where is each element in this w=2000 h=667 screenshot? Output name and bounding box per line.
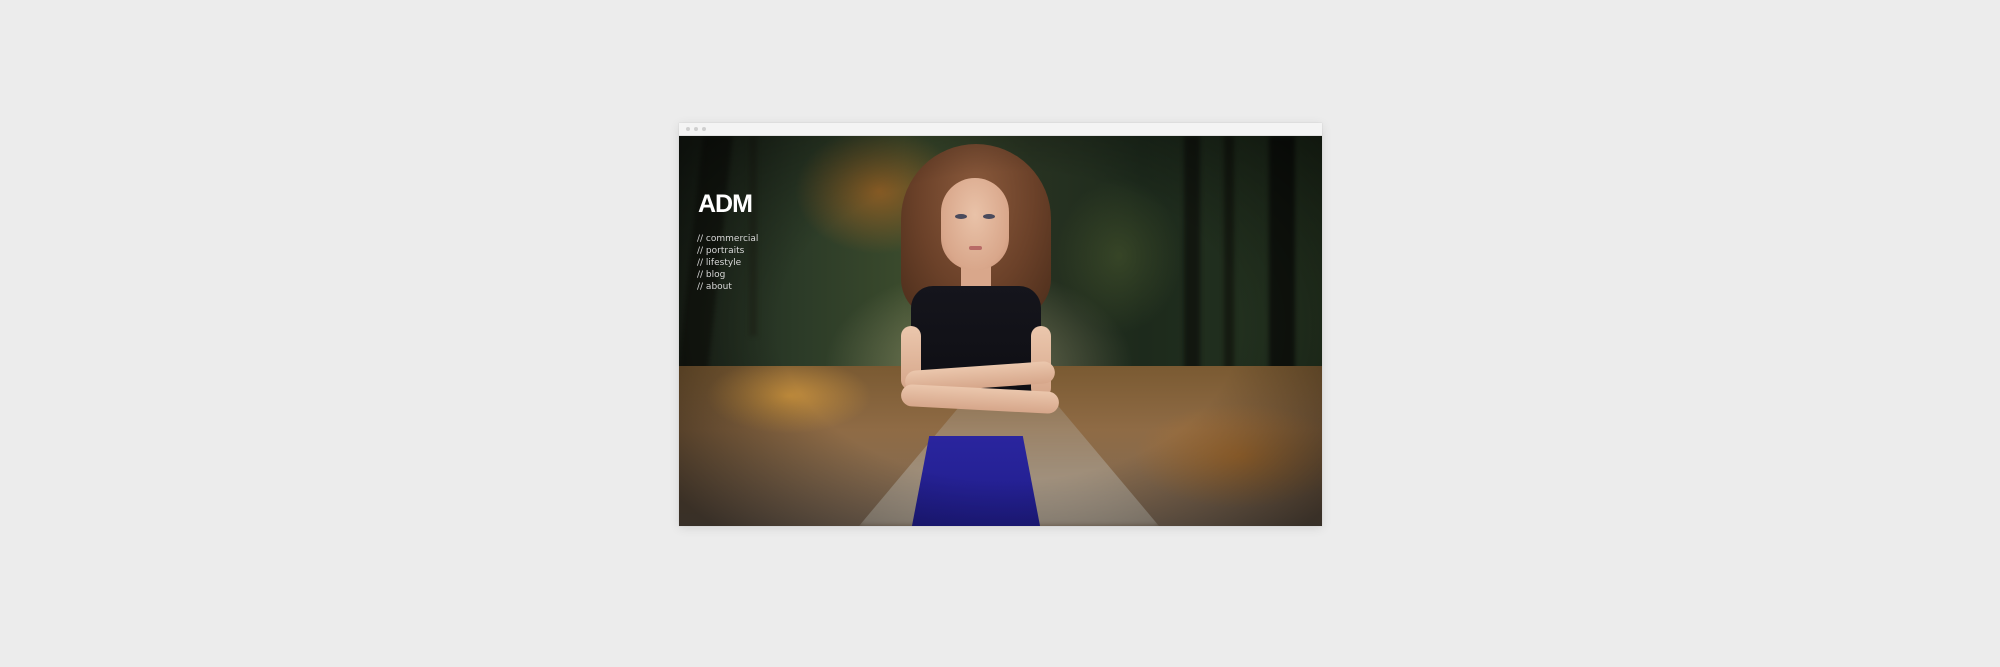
- nav-item-portraits[interactable]: // portraits: [697, 245, 758, 257]
- nav-item-lifestyle[interactable]: // lifestyle: [697, 257, 758, 269]
- nav-item-commercial[interactable]: // commercial: [697, 233, 758, 245]
- window-dot-3: [702, 127, 706, 131]
- nav-item-blog[interactable]: // blog: [697, 269, 758, 281]
- nav-item-about[interactable]: // about: [697, 281, 758, 293]
- site-nav: // commercial // portraits // lifestyle …: [697, 233, 758, 293]
- site-logo[interactable]: ADM: [698, 192, 753, 217]
- browser-window: ADM // commercial // portraits // lifest…: [679, 123, 1322, 526]
- photo-vignette: [679, 136, 1322, 526]
- window-dot-1: [686, 127, 690, 131]
- window-dot-2: [694, 127, 698, 131]
- page-viewport: ADM // commercial // portraits // lifest…: [679, 136, 1322, 526]
- browser-titlebar: [679, 123, 1322, 136]
